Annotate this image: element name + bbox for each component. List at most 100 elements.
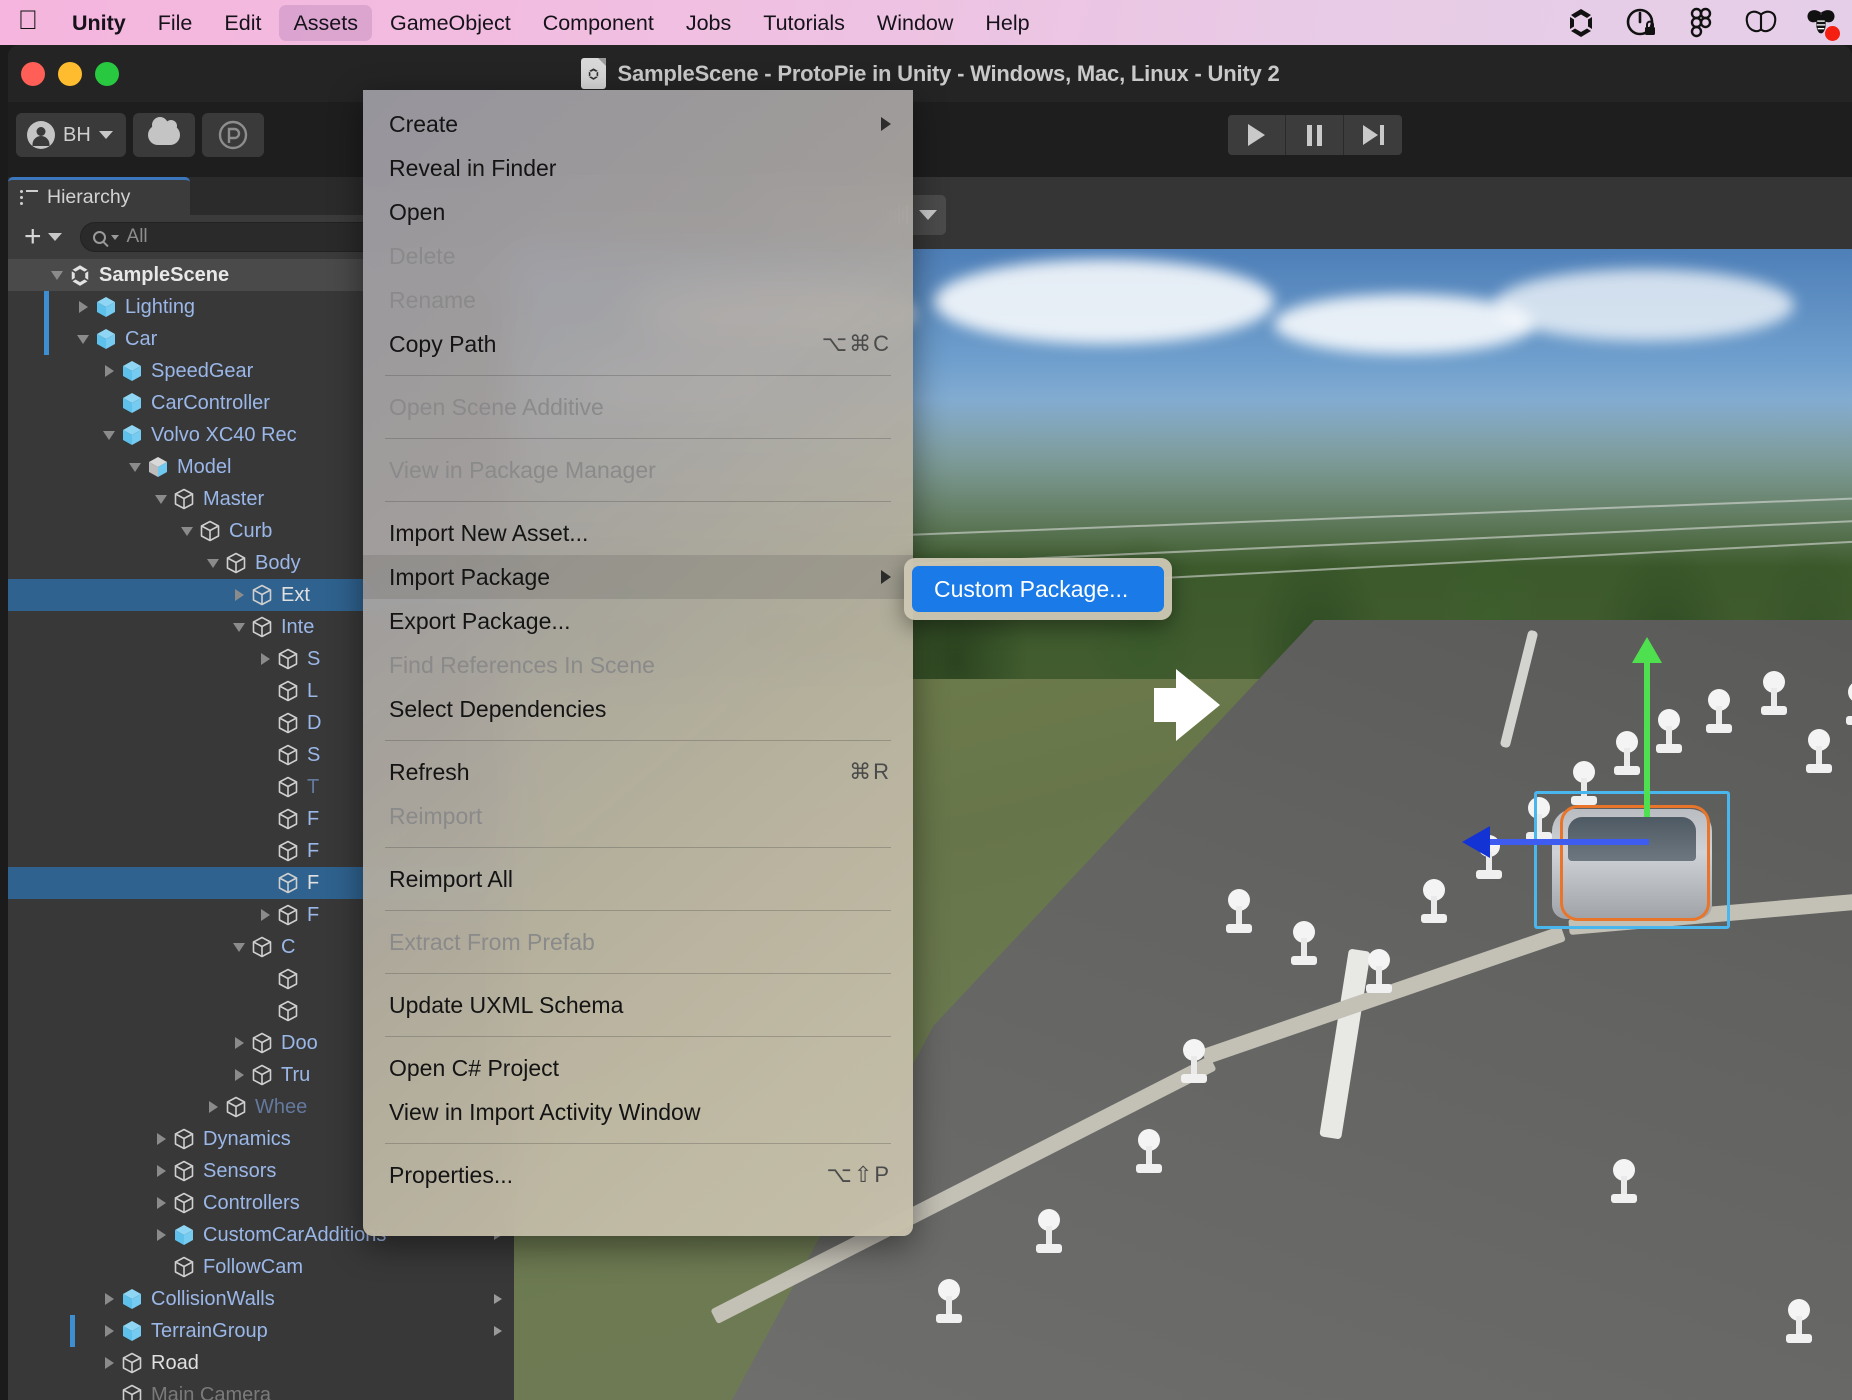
gizmo-y-axis-arrow[interactable] <box>1632 637 1662 663</box>
chevron-right-icon[interactable] <box>150 1229 172 1241</box>
chevron-right-icon[interactable] <box>150 1133 172 1145</box>
menu-item-export-package[interactable]: Export Package... <box>363 599 913 643</box>
chevron-right-icon[interactable] <box>150 1165 172 1177</box>
traffic-lights <box>8 62 119 86</box>
chevron-right-icon[interactable] <box>150 1197 172 1209</box>
protopie-button[interactable] <box>202 113 264 157</box>
apple-icon[interactable]:  <box>0 7 56 38</box>
menu-item-refresh[interactable]: Refresh⌘R <box>363 750 913 794</box>
menu-item-reimport-all[interactable]: Reimport All <box>363 857 913 901</box>
menu-gameobject[interactable]: GameObject <box>376 5 525 41</box>
menu-item-view-in-import-activity-window[interactable]: View in Import Activity Window <box>363 1090 913 1134</box>
account-initials: BH <box>63 124 91 147</box>
chevron-down-icon[interactable] <box>98 431 120 440</box>
menu-item-create[interactable]: Create <box>363 102 913 146</box>
chevron-right-icon[interactable] <box>254 909 276 921</box>
chevron-right-overflow-icon[interactable] <box>494 1326 502 1336</box>
menu-item-import-new-asset[interactable]: Import New Asset... <box>363 511 913 555</box>
audio-source-gizmo[interactable] <box>1154 669 1220 741</box>
menu-item-find-references-in-scene: Find References In Scene <box>363 643 913 687</box>
menu-assets[interactable]: Assets <box>279 5 372 41</box>
assets-dropdown-menu[interactable]: CreateReveal in FinderOpenDeleteRenameCo… <box>363 90 913 1236</box>
menu-item-copy-path[interactable]: Copy Path⌥⌘C <box>363 322 913 366</box>
menu-item-update-uxml-schema[interactable]: Update UXML Schema <box>363 983 913 1027</box>
chevron-right-icon[interactable] <box>98 1325 120 1337</box>
chevron-down-icon[interactable] <box>124 463 146 472</box>
chevron-down-icon[interactable] <box>46 271 68 280</box>
chevron-right-icon[interactable] <box>72 301 94 313</box>
hierarchy-row-label: F <box>307 904 319 927</box>
chevron-down-icon[interactable] <box>150 495 172 504</box>
hierarchy-row-label: Controllers <box>203 1192 300 1215</box>
menu-item-label: Select Dependencies <box>389 696 606 723</box>
menu-window[interactable]: Window <box>863 5 967 41</box>
menu-edit[interactable]: Edit <box>210 5 275 41</box>
chevron-right-icon[interactable] <box>98 1357 120 1369</box>
search-filter-chevron-icon <box>111 235 119 240</box>
menu-jobs[interactable]: Jobs <box>672 5 745 41</box>
menu-tutorials[interactable]: Tutorials <box>749 5 859 41</box>
menu-item-reveal-in-finder[interactable]: Reveal in Finder <box>363 146 913 190</box>
menu-item-open-c-project[interactable]: Open C# Project <box>363 1046 913 1090</box>
step-button[interactable] <box>1344 115 1402 155</box>
notification-badge <box>1825 26 1840 41</box>
unity-status-icon[interactable] <box>1564 6 1598 40</box>
menu-item-label: Update UXML Schema <box>389 992 623 1019</box>
hierarchy-row-label: Car <box>125 328 157 351</box>
butterfly-status-icon[interactable] <box>1744 6 1778 40</box>
pause-button[interactable] <box>1286 115 1344 155</box>
hierarchy-row-road[interactable]: Road <box>8 1347 514 1379</box>
cloud-services-button[interactable] <box>133 113 195 157</box>
unity-scene-file-icon <box>581 58 606 89</box>
maximize-window-button[interactable] <box>95 62 119 86</box>
gizmo-x-axis[interactable] <box>1489 839 1649 845</box>
hierarchy-row-collisionwalls[interactable]: CollisionWalls <box>8 1283 514 1315</box>
chevron-right-icon[interactable] <box>202 1101 224 1113</box>
play-button[interactable] <box>1228 115 1286 155</box>
chevron-right-icon[interactable] <box>228 589 250 601</box>
gameobject-cube-icon <box>120 1383 144 1400</box>
chevron-right-icon[interactable] <box>254 653 276 665</box>
waypoint-marker <box>1224 889 1254 933</box>
minimize-window-button[interactable] <box>58 62 82 86</box>
gameobject-cube-icon <box>250 1031 274 1055</box>
timer-lock-status-icon[interactable] <box>1624 6 1658 40</box>
add-gameobject-button[interactable]: + <box>16 226 70 248</box>
menu-help[interactable]: Help <box>971 5 1043 41</box>
chevron-down-icon[interactable] <box>228 623 250 632</box>
chevron-right-icon[interactable] <box>228 1069 250 1081</box>
menu-file[interactable]: File <box>144 5 207 41</box>
hierarchy-row-followcam[interactable]: FollowCam <box>8 1251 514 1283</box>
prefab-cube-icon <box>94 327 118 351</box>
hierarchy-row-terraingroup[interactable]: TerrainGroup <box>8 1315 514 1347</box>
hierarchy-row-main-camera[interactable]: Main Camera <box>8 1379 514 1400</box>
menu-item-open[interactable]: Open <box>363 190 913 234</box>
submenu-item-custom-package[interactable]: Custom Package... <box>912 566 1164 612</box>
chevron-down-icon[interactable] <box>228 943 250 952</box>
menu-item-label: Open <box>389 199 445 226</box>
chevron-right-icon[interactable] <box>98 1293 120 1305</box>
menu-item-import-package[interactable]: Import Package <box>363 555 913 599</box>
waypoint-marker <box>1134 1129 1164 1173</box>
menu-item-select-dependencies[interactable]: Select Dependencies <box>363 687 913 731</box>
chevron-right-icon[interactable] <box>98 365 120 377</box>
figma-status-icon[interactable] <box>1684 6 1718 40</box>
account-button[interactable]: BH <box>16 113 126 157</box>
depth-indicator <box>70 1315 75 1347</box>
bee-status-icon[interactable] <box>1804 6 1838 40</box>
gameobject-cube-icon <box>276 743 300 767</box>
chevron-right-icon[interactable] <box>228 1037 250 1049</box>
import-package-submenu[interactable]: Custom Package... <box>904 558 1172 620</box>
chevron-down-icon[interactable] <box>72 335 94 344</box>
tab-hierarchy[interactable]: Hierarchy <box>8 177 190 215</box>
close-window-button[interactable] <box>21 62 45 86</box>
menu-unity[interactable]: Unity <box>58 5 140 41</box>
menu-component[interactable]: Component <box>529 5 668 41</box>
waypoint-marker <box>1612 731 1642 775</box>
gizmo-x-axis-arrow[interactable] <box>1462 826 1490 858</box>
chevron-right-overflow-icon[interactable] <box>494 1294 502 1304</box>
chevron-down-icon[interactable] <box>176 527 198 536</box>
chevron-down-icon[interactable] <box>202 559 224 568</box>
gizmo-y-axis[interactable] <box>1644 657 1650 817</box>
menu-item-properties[interactable]: Properties...⌥⇧P <box>363 1153 913 1197</box>
